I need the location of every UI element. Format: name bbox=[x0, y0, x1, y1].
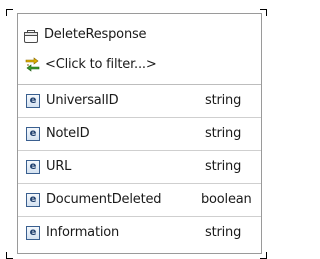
element-icon: e bbox=[26, 160, 40, 174]
element-name: UniversalID bbox=[46, 93, 119, 108]
mapping-editor-canvas: DeleteResponse <Click to filter...> e Un… bbox=[0, 0, 272, 259]
element-name: DocumentDeleted bbox=[46, 192, 162, 207]
element-icon: e bbox=[26, 193, 40, 207]
selection-handle-top-left[interactable] bbox=[6, 9, 13, 16]
element-list: e UniversalID string e NoteID string e U… bbox=[18, 85, 261, 250]
element-name: Information bbox=[46, 225, 120, 240]
element-row[interactable]: e UniversalID string bbox=[18, 85, 261, 118]
business-object-box[interactable]: DeleteResponse <Click to filter...> e Un… bbox=[17, 13, 262, 254]
filter-control[interactable]: <Click to filter...> bbox=[24, 54, 157, 74]
element-type: boolean bbox=[201, 192, 252, 207]
element-name: URL bbox=[46, 159, 72, 174]
box-title-row: DeleteResponse bbox=[24, 25, 147, 43]
element-row[interactable]: e URL string bbox=[18, 151, 261, 184]
filter-arrows-icon bbox=[24, 56, 41, 73]
box-title: DeleteResponse bbox=[44, 26, 147, 42]
filter-label[interactable]: <Click to filter...> bbox=[45, 57, 157, 72]
element-name: NoteID bbox=[46, 126, 90, 141]
element-row[interactable]: e NoteID string bbox=[18, 118, 261, 151]
element-icon: e bbox=[26, 94, 40, 108]
element-row[interactable]: e DocumentDeleted boolean bbox=[18, 184, 261, 217]
element-type: string bbox=[205, 126, 242, 141]
element-type: string bbox=[205, 159, 242, 174]
box-header: DeleteResponse <Click to filter...> bbox=[18, 14, 261, 85]
element-row[interactable]: e Information string bbox=[18, 217, 261, 250]
selection-handle-bottom-left[interactable] bbox=[6, 252, 13, 259]
element-icon: e bbox=[26, 127, 40, 141]
element-type: string bbox=[205, 225, 242, 240]
document-box-icon bbox=[24, 28, 39, 43]
element-icon: e bbox=[26, 226, 40, 240]
element-type: string bbox=[205, 93, 242, 108]
